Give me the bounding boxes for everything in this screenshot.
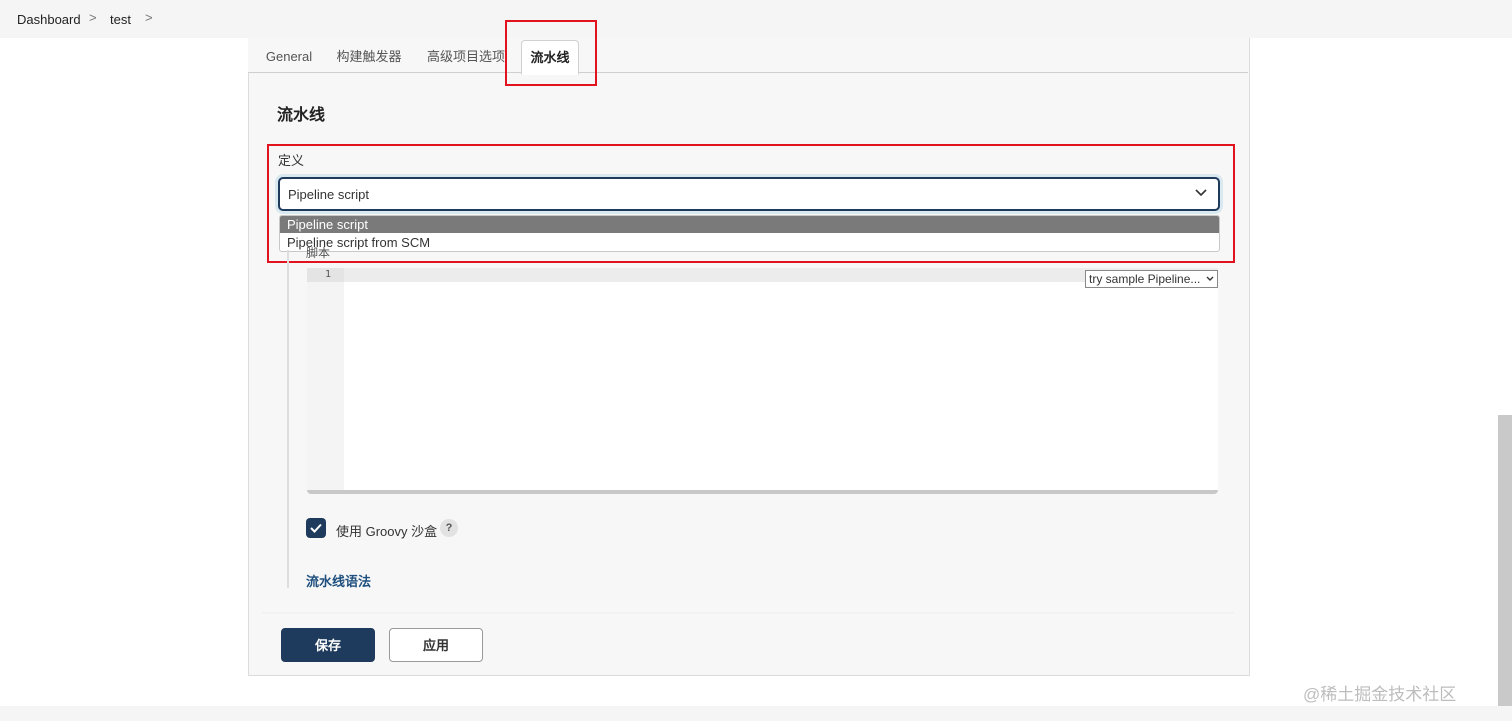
sample-pipeline-select[interactable]: try sample Pipeline... <box>1085 270 1218 288</box>
breadcrumb-dashboard[interactable]: Dashboard <box>17 12 81 27</box>
definition-select[interactable]: Pipeline script <box>278 177 1220 211</box>
dropdown-option[interactable]: Pipeline script from SCM <box>280 234 1219 251</box>
definition-dropdown: Pipeline script Pipeline script from SCM <box>279 215 1220 252</box>
chevron-down-icon <box>1195 189 1207 197</box>
definition-select-value: Pipeline script <box>288 187 369 202</box>
groovy-sandbox-checkbox[interactable] <box>306 518 326 538</box>
groovy-sandbox-label: 使用 Groovy 沙盒 <box>336 524 438 539</box>
footer-divider <box>262 612 1234 616</box>
pipeline-syntax-link[interactable]: 流水线语法 <box>306 571 371 590</box>
script-editor[interactable]: 1 <box>307 268 1218 494</box>
bottom-bar <box>0 706 1512 721</box>
apply-button[interactable]: 应用 <box>389 628 483 662</box>
help-icon[interactable]: ? <box>440 519 458 537</box>
script-label: 脚本 <box>306 246 331 260</box>
definition-label: 定义 <box>278 153 305 168</box>
watermark: @稀土掘金技术社区 <box>1303 685 1457 704</box>
section-title: 流水线 <box>277 107 326 124</box>
top-bar <box>0 0 1512 38</box>
sample-pipeline-value: try sample Pipeline... <box>1089 272 1201 286</box>
chevron-down-icon <box>1206 276 1214 281</box>
tab-build-triggers[interactable]: 构建触发器 <box>334 40 404 73</box>
tab-general[interactable]: General <box>262 40 316 73</box>
breadcrumb-separator-icon: > <box>89 10 97 25</box>
indent-line <box>287 250 289 588</box>
breadcrumb-separator-icon[interactable]: > <box>145 10 153 25</box>
save-button[interactable]: 保存 <box>281 628 375 662</box>
line-number: 1 <box>325 269 332 280</box>
breadcrumb-test[interactable]: test <box>110 12 131 27</box>
tab-pipeline[interactable]: 流水线 <box>521 40 579 75</box>
dropdown-option[interactable]: Pipeline script <box>280 216 1219 233</box>
scrollbar[interactable] <box>1498 415 1512 706</box>
tab-advanced-options[interactable]: 高级项目选项 <box>424 40 508 73</box>
editor-gutter <box>307 268 344 490</box>
check-icon <box>310 523 322 533</box>
